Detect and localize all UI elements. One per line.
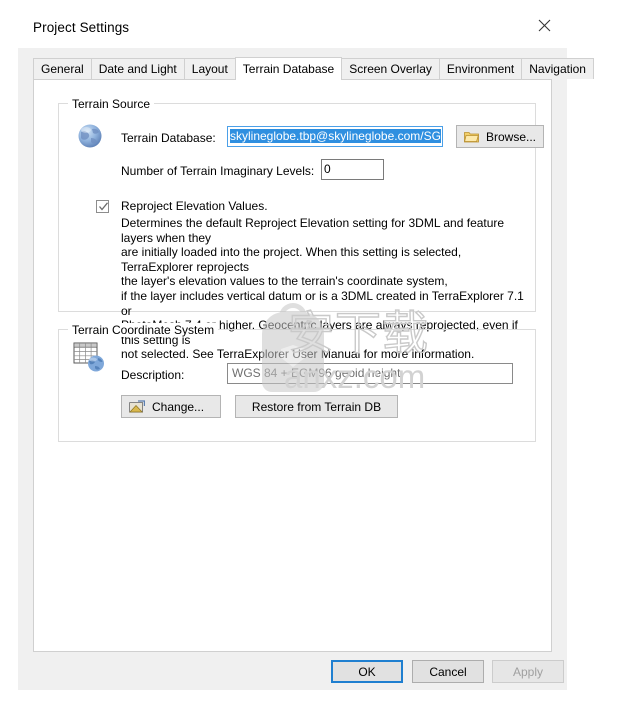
imaginary-levels-value: 0 xyxy=(324,162,331,176)
tab-screen-overlay[interactable]: Screen Overlay xyxy=(341,58,440,79)
restore-from-terrain-db-button[interactable]: Restore from Terrain DB xyxy=(235,395,398,418)
ok-button-label: OK xyxy=(358,664,376,679)
tab-navigation[interactable]: Navigation xyxy=(521,58,594,79)
ok-button[interactable]: OK xyxy=(331,660,403,683)
terrain-source-legend: Terrain Source xyxy=(68,97,155,111)
dialog-footer: OK Cancel Apply xyxy=(18,652,567,690)
description-label: Description: xyxy=(121,368,185,382)
change-coordinate-system-button[interactable]: Change... xyxy=(121,395,221,418)
apply-button-label: Apply xyxy=(512,664,544,679)
checkmark-icon xyxy=(99,202,109,211)
browse-button-label: Browse... xyxy=(486,129,537,144)
title-bar: Project Settings xyxy=(18,10,567,48)
cancel-button-label: Cancel xyxy=(429,664,467,679)
tab-layout[interactable]: Layout xyxy=(183,58,236,79)
terrain-source-group: Terrain Source Terrain Database: skyline… xyxy=(58,97,544,361)
coordinate-description-value: WGS 84 + EGM96 geoid height xyxy=(232,366,401,380)
coordinate-change-icon xyxy=(129,399,145,412)
close-icon xyxy=(538,19,551,31)
imaginary-levels-input[interactable]: 0 xyxy=(321,159,384,180)
reproject-elevation-checkbox[interactable] xyxy=(96,200,109,213)
folder-icon xyxy=(464,132,479,143)
apply-button: Apply xyxy=(492,660,564,683)
tab-environment[interactable]: Environment xyxy=(438,58,523,79)
grid-globe-icon xyxy=(73,342,104,372)
terrain-database-label: Terrain Database: xyxy=(121,131,216,145)
coordinate-system-legend: Terrain Coordinate System xyxy=(68,323,219,337)
terrain-database-input[interactable]: skylineglobe.tbp@skylineglobe.com/SG xyxy=(227,126,443,147)
terrain-database-value: skylineglobe.tbp@skylineglobe.com/SG xyxy=(230,129,441,143)
tab-strip: General Date and Light Layout Terrain Da… xyxy=(33,57,594,80)
terrain-database-panel: Terrain Source Terrain Database: skyline… xyxy=(33,79,552,652)
browse-button[interactable]: Browse... xyxy=(456,125,544,148)
restore-button-label: Restore from Terrain DB xyxy=(251,399,382,414)
terrain-coordinate-system-group: Terrain Coordinate System Description: W… xyxy=(58,323,536,442)
globe-icon xyxy=(78,124,102,148)
project-settings-dialog: Project Settings General Date and Light … xyxy=(18,10,594,690)
window-title: Project Settings xyxy=(33,20,130,35)
coordinate-description-field: WGS 84 + EGM96 geoid height xyxy=(227,363,513,384)
tab-general[interactable]: General xyxy=(33,58,92,79)
close-button[interactable] xyxy=(522,10,567,40)
tab-date-and-light[interactable]: Date and Light xyxy=(90,58,185,79)
change-button-label: Change... xyxy=(152,399,205,414)
reproject-elevation-label: Reproject Elevation Values. xyxy=(121,199,268,213)
tab-terrain-database[interactable]: Terrain Database xyxy=(234,57,343,80)
imaginary-levels-label: Number of Terrain Imaginary Levels: xyxy=(121,164,315,178)
cancel-button[interactable]: Cancel xyxy=(412,660,484,683)
